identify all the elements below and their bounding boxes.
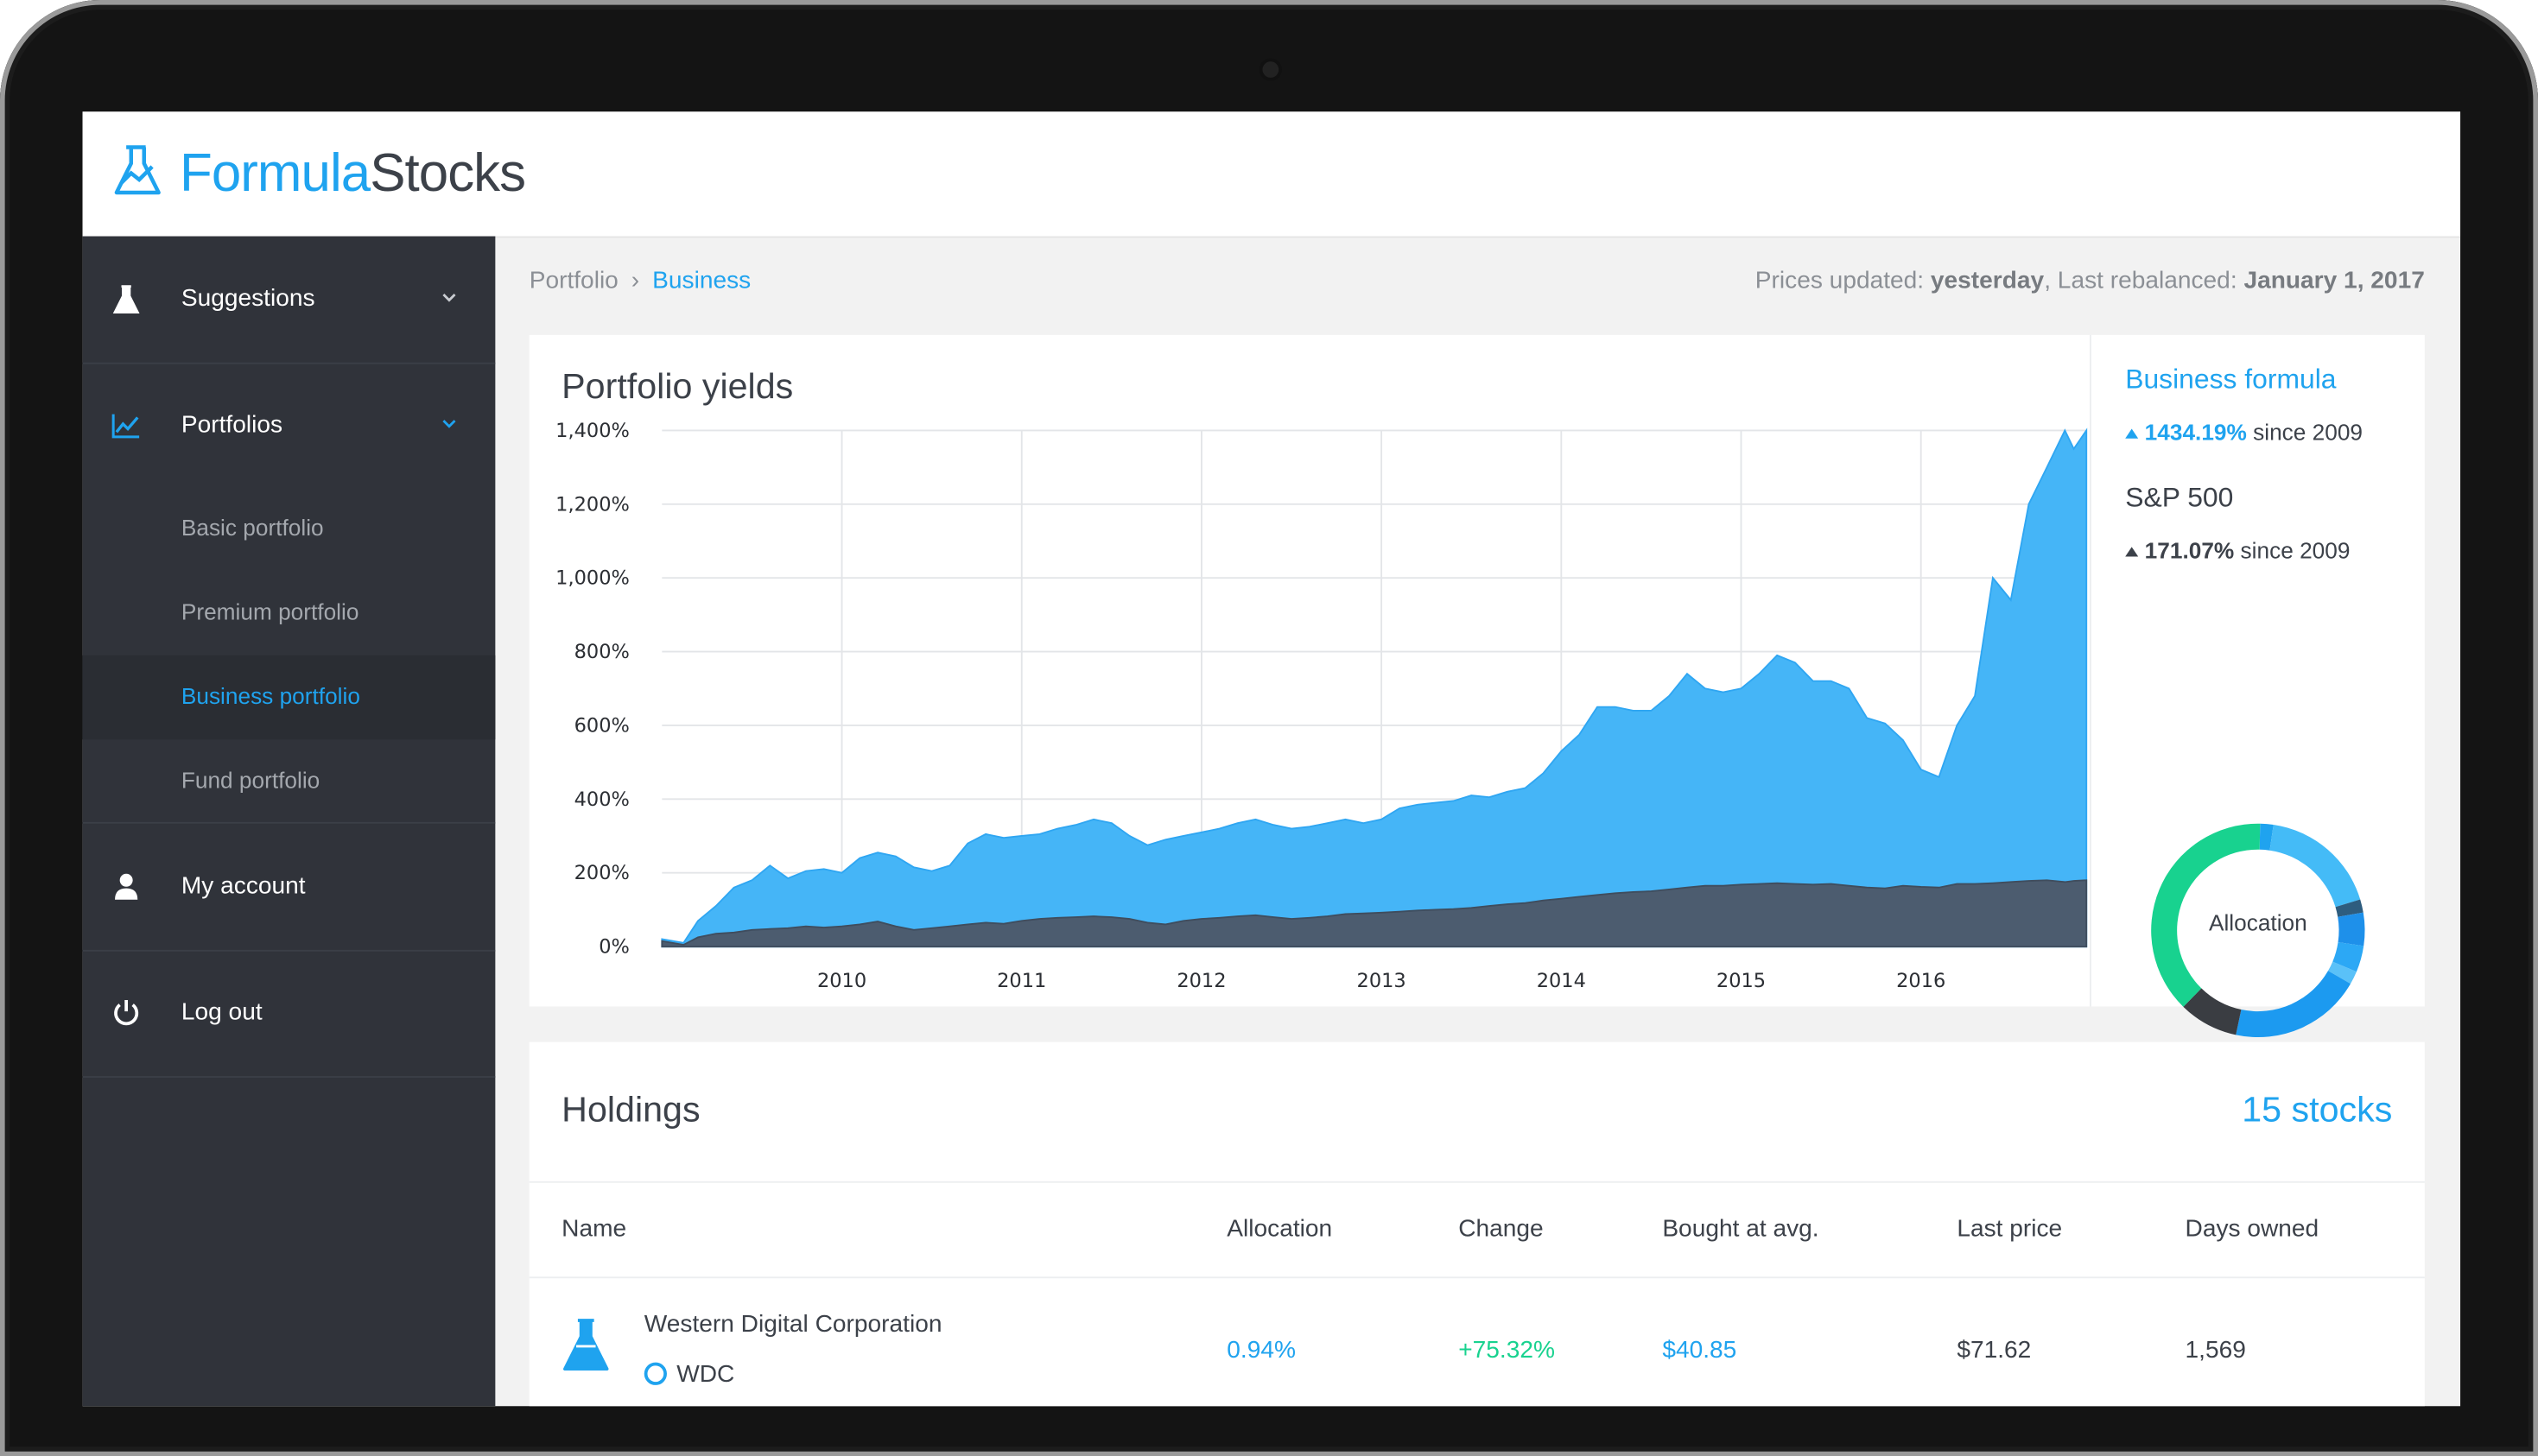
donut-label: Allocation xyxy=(2208,909,2307,936)
top-bar: FormulaStocks xyxy=(82,111,2461,238)
camera xyxy=(1262,61,1279,78)
cell-days-owned: 1,569 xyxy=(2185,1336,2246,1364)
arrow-up-icon xyxy=(2125,429,2139,440)
device-frame: FormulaStocks Suggestions Portfolios Bas… xyxy=(0,0,2538,1456)
sidebar-item-label: Log out xyxy=(181,998,263,1026)
breadcrumb: Portfolio › Business xyxy=(530,267,752,294)
sidebar-item-label: My account xyxy=(181,871,306,900)
sidebar-subitem-fund[interactable]: Fund portfolio xyxy=(82,739,496,824)
x-tick-label: 2012 xyxy=(1177,970,1226,992)
update-status: Prices updated: yesterday, Last rebalanc… xyxy=(1755,267,2425,294)
x-tick-label: 2014 xyxy=(1537,970,1586,992)
sidebar-item-log-out[interactable]: Log out xyxy=(82,950,496,1078)
donut-slice[interactable] xyxy=(2269,825,2361,908)
y-tick-label: 800% xyxy=(574,641,630,663)
subitem-label: Business portfolio xyxy=(181,682,360,709)
chart-title: Portfolio yields xyxy=(562,365,794,407)
sidebar-item-suggestions[interactable]: Suggestions xyxy=(82,237,496,364)
subitem-label: Premium portfolio xyxy=(181,598,359,625)
formula-change-value: 1434.19% xyxy=(2144,419,2247,446)
chevron-down-icon xyxy=(442,420,456,428)
y-tick-label: 0% xyxy=(599,936,630,959)
cell-bought-avg: $40.85 xyxy=(1662,1336,1737,1364)
y-tick-label: 400% xyxy=(574,788,630,811)
rebalance-value: January 1, 2017 xyxy=(2243,267,2425,295)
formula-change: 1434.19% since 2009 xyxy=(2125,419,2363,445)
y-tick-label: 1,400% xyxy=(555,420,630,442)
sidebar-item-portfolios[interactable]: Portfolios xyxy=(83,363,496,489)
benchmark-change: 171.07% since 2009 xyxy=(2125,537,2350,563)
sidebar-item-label: Portfolios xyxy=(181,410,283,439)
stock-ticker: WDC xyxy=(644,1360,735,1389)
prices-label: Prices updated: xyxy=(1754,267,1925,295)
cell-change: +75.32% xyxy=(1458,1336,1555,1364)
x-tick-label: 2013 xyxy=(1357,970,1406,992)
chevron-down-icon xyxy=(442,294,456,302)
donut-slice[interactable] xyxy=(2338,912,2365,946)
power-icon xyxy=(114,999,139,1026)
divider xyxy=(529,1276,2425,1279)
flask-logo-icon xyxy=(114,145,161,195)
y-tick-label: 600% xyxy=(574,714,630,737)
sidebar-subitem-basic[interactable]: Basic portfolio xyxy=(83,487,496,571)
flask-icon xyxy=(563,1319,609,1371)
x-tick-label: 2010 xyxy=(817,970,866,992)
flask-icon xyxy=(112,285,140,314)
column-header-name[interactable]: Name xyxy=(562,1215,626,1243)
y-tick-label: 1,000% xyxy=(555,567,630,590)
benchmark-change-value: 171.07% xyxy=(2144,537,2235,564)
sidebar-subitem-premium[interactable]: Premium portfolio xyxy=(83,571,496,655)
card-divider xyxy=(2089,334,2091,1007)
cell-last-price: $71.62 xyxy=(1957,1336,2032,1364)
brand-name-part2: Stocks xyxy=(370,142,526,203)
app-screen: FormulaStocks Suggestions Portfolios Bas… xyxy=(82,111,2461,1407)
column-header-bought[interactable]: Bought at avg. xyxy=(1662,1215,1818,1243)
sidebar: Suggestions Portfolios Basic portfolio P… xyxy=(82,236,496,1407)
brand-name-part1: Formula xyxy=(179,142,371,203)
subitem-label: Basic portfolio xyxy=(181,514,324,541)
formula-title: Business formula xyxy=(2125,364,2337,396)
x-tick-label: 2011 xyxy=(997,970,1046,992)
breadcrumb-root[interactable]: Portfolio xyxy=(530,267,619,294)
subitem-label: Fund portfolio xyxy=(181,767,320,794)
x-tick-label: 2016 xyxy=(1896,970,1945,992)
chart-line-icon xyxy=(111,414,140,439)
x-tick-label: 2015 xyxy=(1716,970,1766,992)
prices-value: yesterday xyxy=(1930,267,2045,295)
yield-chart: 0% 200% 400% 600% 800% 1,000% 1,200% 1,400% 2010… xyxy=(555,420,2088,992)
stock-name: Western Digital Corporation xyxy=(644,1310,942,1339)
cell-allocation: 0.94% xyxy=(1227,1336,1297,1364)
chevron-right-icon: › xyxy=(631,267,640,295)
holdings-title: Holdings xyxy=(562,1089,701,1130)
portfolio-yields-card: 0% 200% 400% 600% 800% 1,000% 1,200% 1,400% 2010… xyxy=(529,334,2425,1038)
ticker-label: WDC xyxy=(676,1360,735,1389)
rebalance-label: , Last rebalanced: xyxy=(2044,267,2237,295)
breadcrumb-current: Business xyxy=(652,267,752,295)
holdings-card: Holdings 15 stocks Name Allocation Chang… xyxy=(529,1041,2425,1407)
holdings-count[interactable]: 15 stocks xyxy=(2242,1089,2392,1131)
benchmark-since: since 2009 xyxy=(2240,537,2351,564)
benchmark-title: S&P 500 xyxy=(2125,482,2234,513)
column-header-allocation[interactable]: Allocation xyxy=(1227,1215,1332,1243)
divider xyxy=(529,1181,2425,1183)
brand-logo[interactable]: FormulaStocks xyxy=(179,141,526,206)
user-icon xyxy=(115,873,138,900)
series-area-formula xyxy=(661,427,2088,948)
circle-icon xyxy=(644,1362,667,1385)
sidebar-subitem-business[interactable]: Business portfolio xyxy=(82,655,496,740)
formula-since: since 2009 xyxy=(2253,419,2364,446)
column-header-change[interactable]: Change xyxy=(1458,1215,1543,1243)
column-header-last-price[interactable]: Last price xyxy=(1957,1215,2062,1243)
column-header-days-owned[interactable]: Days owned xyxy=(2186,1215,2319,1243)
donut-slice[interactable] xyxy=(2236,971,2351,1038)
sidebar-item-my-account[interactable]: My account xyxy=(82,824,496,952)
y-tick-label: 1,200% xyxy=(555,493,630,516)
sidebar-item-label: Suggestions xyxy=(181,284,315,313)
y-tick-label: 200% xyxy=(574,862,630,884)
arrow-up-icon xyxy=(2125,547,2139,558)
